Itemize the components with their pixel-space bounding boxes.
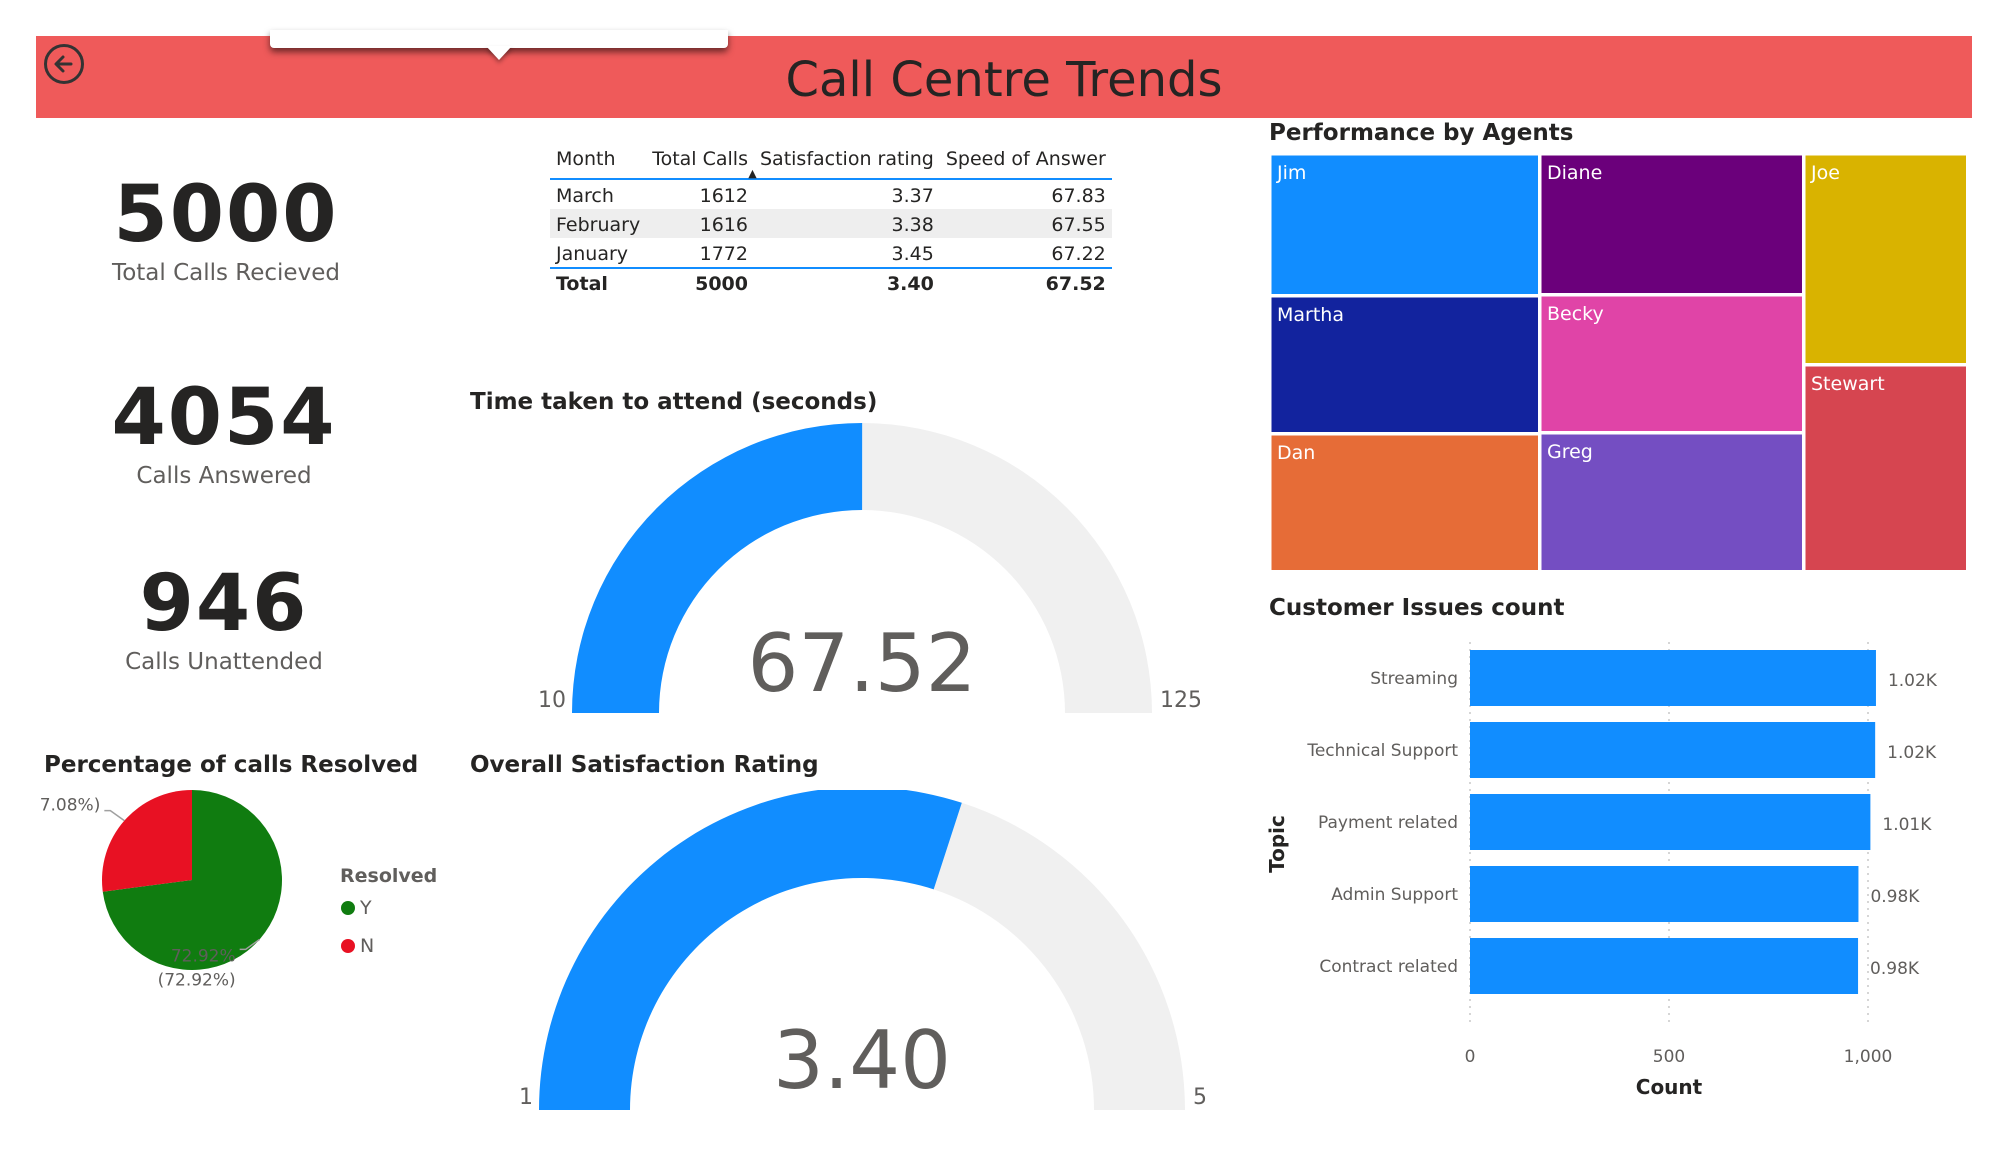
table-cell: 3.37 <box>891 185 934 207</box>
gauge-max-label: 5 <box>1193 1085 1207 1110</box>
column-header-total-calls[interactable]: Total Calls ▲ <box>646 144 757 180</box>
treemap-title: Performance by Agents <box>1269 120 1574 146</box>
gauge-satisfaction-chart[interactable]: 3.40 1 5 <box>500 790 1240 1126</box>
table-cell: 67.52 <box>939 267 1112 297</box>
pie-title: Percentage of calls Resolved <box>44 752 419 778</box>
column-header-month[interactable]: Month <box>550 144 647 180</box>
y-category-label: Payment related <box>1318 813 1458 833</box>
table-cell: 67.83 <box>1051 185 1106 207</box>
treemap-tile-jim <box>1270 154 1540 296</box>
bar-data-label: 1.02K <box>1887 743 1937 763</box>
table-cell: 67.55 <box>939 209 1112 238</box>
treemap-label-jim: Jim <box>1276 162 1306 184</box>
table-cell: 3.40 <box>753 267 940 297</box>
table-cell: March <box>556 185 614 207</box>
pie-data-label: 72.92% <box>171 946 236 966</box>
bar <box>1470 938 1859 994</box>
bar <box>1470 722 1876 778</box>
kpi-value: 5000 <box>113 170 339 260</box>
y-category-label: Technical Support <box>1306 741 1458 761</box>
pie-data-sublabel: (27.08%) <box>40 796 100 816</box>
back-arrow-icon[interactable] <box>44 44 84 84</box>
treemap-label-joe: Joe <box>1810 162 1840 184</box>
table-row[interactable]: January 1772 3.45 67.22 <box>550 238 1112 268</box>
y-category-label: Contract related <box>1319 957 1458 977</box>
pie-slice-n <box>102 790 192 892</box>
bar-data-label: 0.98K <box>1870 887 1920 907</box>
treemap-label-diane: Diane <box>1547 162 1602 184</box>
treemap-label-becky: Becky <box>1547 303 1604 325</box>
monthly-summary-table: Month Total Calls ▲ Satisfaction rating … <box>550 144 1112 297</box>
pie-leader-line <box>104 809 125 822</box>
kpi-label: Total Calls Recieved <box>112 260 340 286</box>
treemap-label-dan: Dan <box>1277 442 1315 464</box>
pie-data-sublabel: (72.92%) <box>158 970 236 990</box>
treemap-label-martha: Martha <box>1277 304 1344 326</box>
bar <box>1470 866 1859 922</box>
table-cell: 3.45 <box>891 243 934 265</box>
bar <box>1470 650 1876 706</box>
bar-data-label: 1.01K <box>1882 815 1932 835</box>
table-row[interactable]: February 1616 3.38 67.55 <box>550 209 1112 238</box>
table-cell: 1616 <box>646 209 754 238</box>
legend-marker-y <box>341 901 355 915</box>
header-bar: Call Centre Trends <box>36 36 1972 118</box>
table-cell: 1772 <box>699 243 748 265</box>
column-header-label: Total Calls <box>652 148 748 170</box>
table-cell: Total <box>550 267 647 297</box>
bar-data-label: 0.98K <box>1870 959 1920 979</box>
kpi-value: 946 <box>139 559 309 649</box>
x-tick-label: 1,000 <box>1844 1047 1893 1067</box>
legend-label-y: Y <box>359 897 372 919</box>
table-cell: 67.22 <box>1051 243 1106 265</box>
treemap-tile-joe <box>1803 154 1968 365</box>
gauge-satisfaction-title: Overall Satisfaction Rating <box>470 752 819 778</box>
gauge-time-chart[interactable]: 67.52 10 125 <box>520 420 1200 730</box>
x-axis-title: Count <box>1636 1075 1703 1099</box>
table-cell: 1612 <box>699 185 748 207</box>
y-category-label: Admin Support <box>1331 885 1458 905</box>
treemap-label-greg: Greg <box>1547 441 1593 463</box>
column-header-satisfaction[interactable]: Satisfaction rating <box>753 144 940 180</box>
table-cell: February <box>550 209 647 238</box>
legend-marker-n <box>341 939 355 953</box>
table-cell: January <box>556 243 629 265</box>
gauge-value-label: 67.52 <box>747 617 976 710</box>
kpi-calls-unattended: 946 Calls Unattended <box>34 559 414 675</box>
table-cell: 3.38 <box>753 209 940 238</box>
tooltip-pointer <box>486 46 512 60</box>
legend-label-n: N <box>360 935 374 957</box>
kpi-label: Calls Answered <box>136 463 312 489</box>
bar-data-label: 1.02K <box>1888 671 1938 691</box>
treemap-chart[interactable]: Jim Diane Joe Martha Becky Stewart Dan Greg <box>1270 154 1970 574</box>
table-row[interactable]: March 1612 3.37 67.83 <box>550 179 1112 209</box>
pie-data-label: 27.08% <box>40 790 100 792</box>
pie-legend-title: Resolved <box>340 865 437 887</box>
kpi-label: Calls Unattended <box>125 649 323 675</box>
kpi-value: 4054 <box>111 373 337 463</box>
bar <box>1470 794 1871 850</box>
y-axis-title: Topic <box>1265 815 1289 873</box>
treemap-label-stewart: Stewart <box>1811 373 1885 395</box>
y-category-label: Streaming <box>1370 669 1458 689</box>
page-title: Call Centre Trends <box>785 52 1223 108</box>
kpi-total-calls: 5000 Total Calls Recieved <box>36 170 416 286</box>
kpi-calls-answered: 4054 Calls Answered <box>34 373 414 489</box>
x-tick-label: 0 <box>1465 1047 1476 1067</box>
table-total-row: Total 5000 3.40 67.52 <box>550 267 1112 297</box>
gauge-min-label: 10 <box>538 688 566 713</box>
pie-chart[interactable]: 72.92% (72.92%) 27.08% (27.08%) Resolved YN <box>40 790 460 1050</box>
gauge-value-label: 3.40 <box>773 1014 951 1107</box>
gauge-min-label: 1 <box>519 1085 533 1110</box>
gauge-time-title: Time taken to attend (seconds) <box>470 389 878 415</box>
treemap-tile-stewart <box>1803 364 1968 572</box>
x-tick-label: 500 <box>1653 1047 1685 1067</box>
table-cell: 5000 <box>646 267 754 297</box>
column-header-speed[interactable]: Speed of Answer <box>939 144 1112 180</box>
bar-chart[interactable]: 0 500 1,000 Streaming 1.02K Technical Support… <box>1262 630 1982 1110</box>
gauge-track <box>933 802 1185 1110</box>
gauge-max-label: 125 <box>1160 688 1200 713</box>
bar-chart-title: Customer Issues count <box>1269 595 1565 621</box>
